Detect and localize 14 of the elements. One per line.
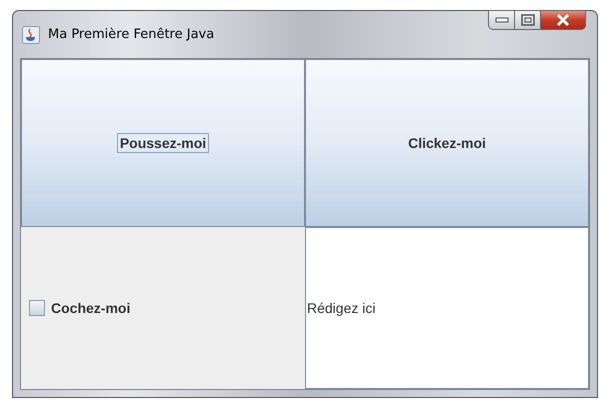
- coffee-cup-icon: [22, 26, 40, 44]
- close-icon: [555, 13, 571, 27]
- push-button[interactable]: Poussez-moi: [21, 59, 305, 227]
- maximize-icon: [520, 14, 534, 26]
- maximize-button[interactable]: [515, 10, 541, 30]
- text-field[interactable]: Rédigez ici: [305, 227, 589, 389]
- focus-ring: Poussez-moi: [116, 133, 210, 153]
- close-button[interactable]: [541, 10, 586, 30]
- push-button[interactable]: Clickez-moi: [305, 59, 589, 227]
- minimize-button[interactable]: [488, 10, 515, 30]
- minimize-icon: [494, 17, 508, 23]
- checkbox-label[interactable]: Cochez-moi: [51, 300, 130, 316]
- checkbox[interactable]: [29, 300, 45, 316]
- window-title: Ma Première Fenêtre Java: [48, 27, 214, 42]
